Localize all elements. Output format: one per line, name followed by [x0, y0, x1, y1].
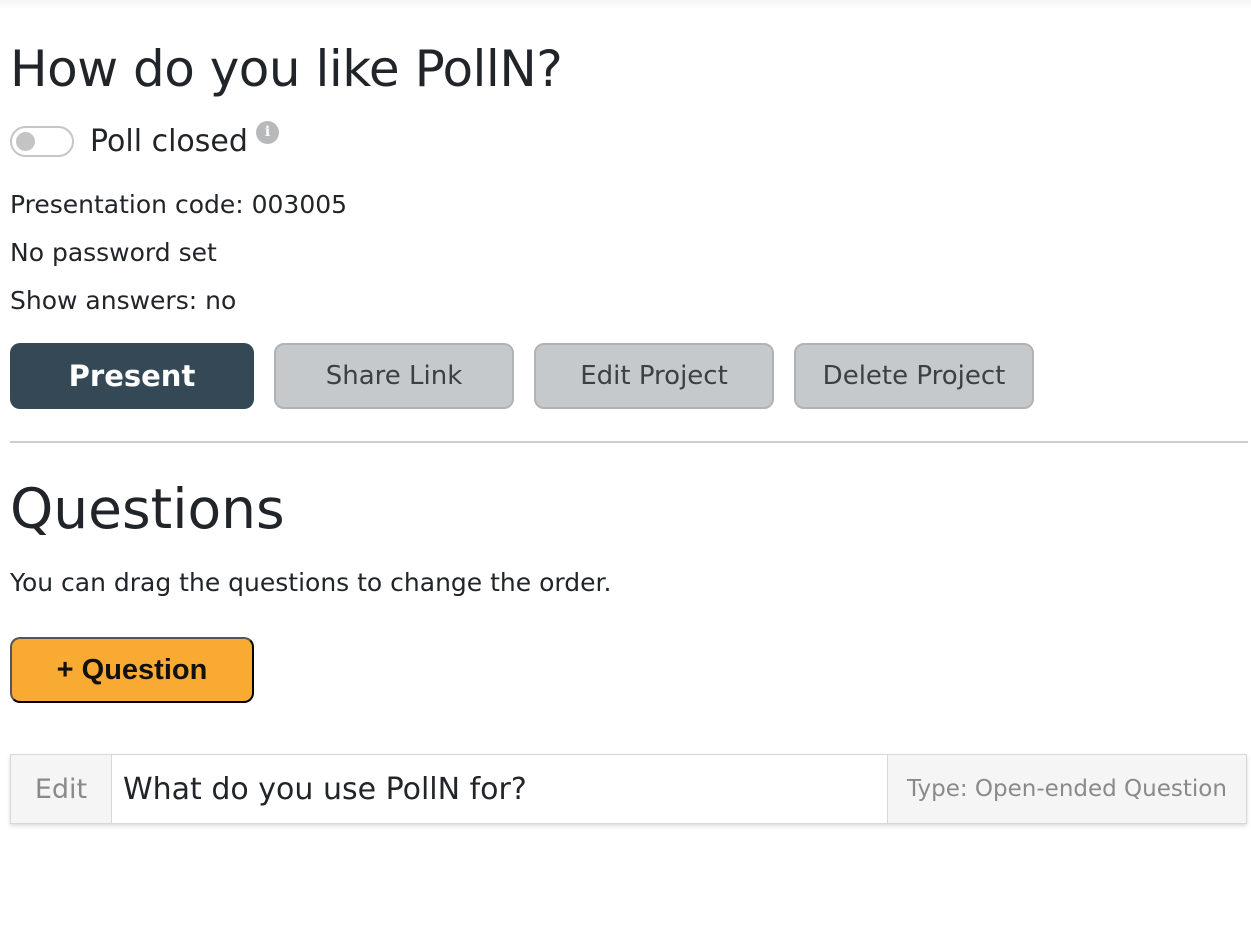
question-text: What do you use PollN for? [123, 771, 527, 807]
toggle-knob [16, 132, 35, 151]
password-status: No password set [10, 238, 217, 267]
delete-project-button[interactable]: Delete Project [794, 343, 1034, 409]
reorder-hint: You can drag the questions to change the… [10, 568, 612, 597]
present-button[interactable]: Present [10, 343, 254, 409]
poll-status-toggle[interactable] [10, 126, 74, 157]
question-type: Type: Open-ended Question [887, 755, 1246, 823]
page-title: How do you like PollN? [10, 40, 563, 98]
info-icon[interactable]: i [256, 121, 279, 144]
edit-question-button[interactable]: Edit [11, 755, 112, 823]
presentation-code: Presentation code: 003005 [10, 190, 348, 219]
show-answers-status: Show answers: no [10, 286, 237, 315]
section-divider [10, 441, 1248, 443]
add-question-button[interactable]: + Question [10, 637, 254, 703]
share-link-button[interactable]: Share Link [274, 343, 514, 409]
questions-heading: Questions [10, 477, 285, 541]
question-row[interactable]: Edit What do you use PollN for? Type: Op… [10, 754, 1247, 824]
top-shadow [0, 0, 1251, 10]
edit-project-button[interactable]: Edit Project [534, 343, 774, 409]
poll-status-label: Poll closed [90, 124, 248, 159]
